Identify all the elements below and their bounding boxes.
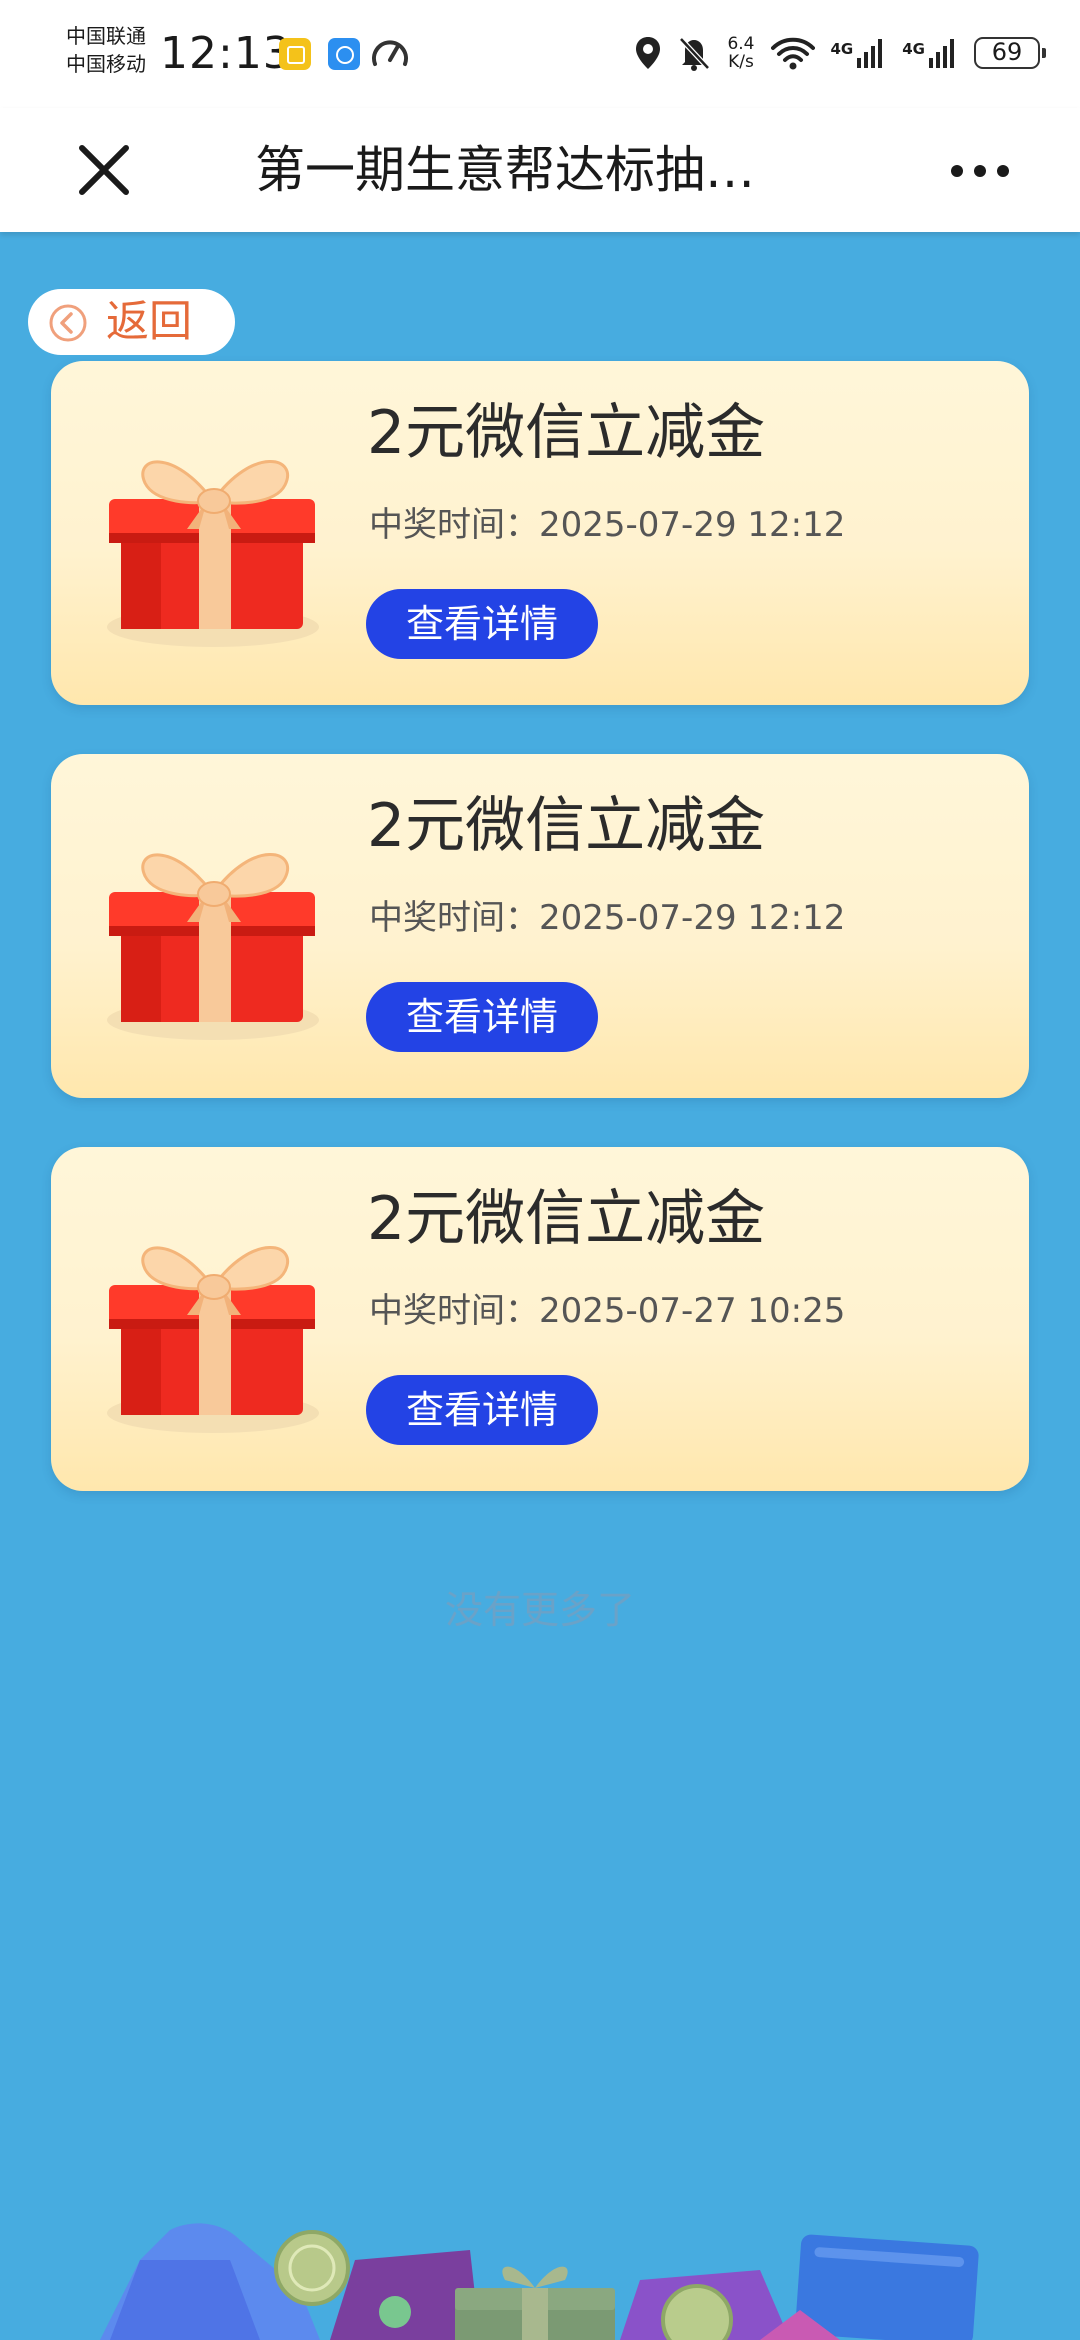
status-time: 12:13 <box>160 28 292 79</box>
sim1-tag: 4G <box>830 40 854 58</box>
prize-card: 2元微信立减金 中奖时间：2025-07-29 12:12 查看详情 <box>51 361 1029 705</box>
carrier-1: 中国联通 <box>66 24 146 48</box>
prize-name: 2元微信立减金 <box>367 1184 766 1254</box>
net-speed-unit: K/s <box>728 52 754 72</box>
weather-icon <box>328 38 360 70</box>
prize-card: 2元微信立减金 中奖时间：2025-07-29 12:12 查看详情 <box>51 754 1029 1098</box>
prize-time: 中奖时间：2025-07-29 12:12 <box>369 898 846 938</box>
sim2-signal: 4G <box>902 38 958 68</box>
net-speed: 6.4 K/s <box>727 35 754 71</box>
chevron-left-circle-icon <box>49 304 87 342</box>
app-notification-icon <box>279 38 311 70</box>
decorative-gifts-illustration <box>100 2223 979 2340</box>
view-details-button[interactable]: 查看详情 <box>366 1375 598 1445</box>
view-details-button[interactable]: 查看详情 <box>366 982 598 1052</box>
view-details-button[interactable]: 查看详情 <box>366 589 598 659</box>
status-bar: 中国联通 中国移动 12:13 6.4 K/s 4G 4G 69 <box>0 0 1080 108</box>
bell-muted-icon <box>679 37 711 71</box>
carrier-info: 中国联通 中国移动 <box>66 22 146 78</box>
page-title: 第一期生意帮达标抽… <box>255 141 755 199</box>
more-icon[interactable] <box>950 164 1010 178</box>
back-label: 返回 <box>106 297 192 347</box>
wifi-icon <box>770 37 815 70</box>
title-bar: 第一期生意帮达标抽… <box>0 108 1080 232</box>
gift-box-icon <box>107 460 319 647</box>
prize-time: 中奖时间：2025-07-27 10:25 <box>369 1291 846 1331</box>
battery-level: 69 <box>991 38 1023 66</box>
speedometer-icon <box>372 40 408 66</box>
signal-icon <box>929 39 954 68</box>
sim1-signal: 4G <box>831 38 887 68</box>
gift-box-icon <box>107 1246 319 1433</box>
gift-box-icon <box>107 853 319 1040</box>
prize-time: 中奖时间：2025-07-29 12:12 <box>369 505 846 545</box>
back-button[interactable]: 返回 <box>28 289 235 355</box>
signal-icon <box>857 39 883 68</box>
close-icon[interactable] <box>72 138 136 202</box>
prize-name: 2元微信立减金 <box>367 398 766 468</box>
prize-card: 2元微信立减金 中奖时间：2025-07-27 10:25 查看详情 <box>51 1147 1029 1491</box>
location-icon <box>636 37 661 69</box>
prize-name: 2元微信立减金 <box>367 791 766 861</box>
sim2-tag: 4G <box>902 40 925 58</box>
no-more-text: 没有更多了 <box>444 1588 635 1632</box>
net-speed-value: 6.4 <box>727 34 755 54</box>
status-icons: 6.4 K/s 4G 4G 69 <box>635 28 1046 78</box>
battery-icon: 69 <box>974 37 1046 69</box>
carrier-2: 中国移动 <box>66 52 146 76</box>
